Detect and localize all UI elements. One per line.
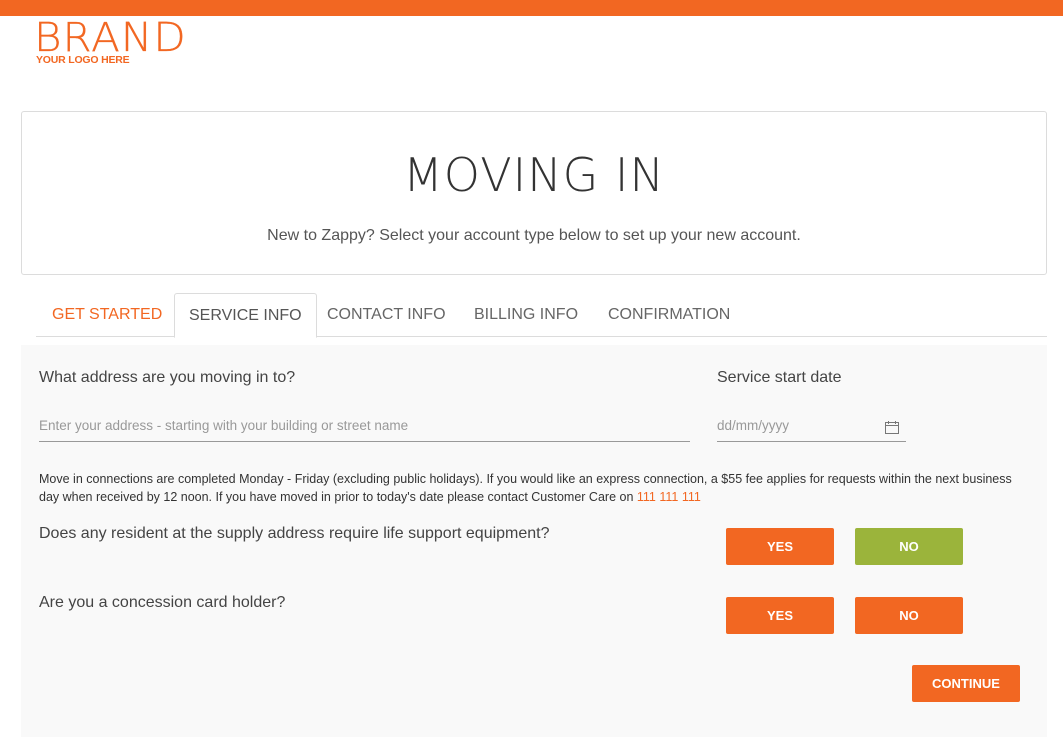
customer-care-phone[interactable]: 111 111 111: [637, 490, 701, 504]
concession-no-button[interactable]: NO: [855, 597, 963, 634]
calendar-icon[interactable]: [885, 421, 899, 434]
service-info-panel: What address are you moving in to? Servi…: [21, 345, 1047, 737]
brand-tagline: YOUR LOGO HERE: [36, 54, 130, 66]
tab-get-started[interactable]: GET STARTED: [52, 293, 162, 337]
hero-card: MOVING IN New to Zappy? Select your acco…: [21, 111, 1047, 275]
tab-confirmation[interactable]: CONFIRMATION: [608, 293, 730, 337]
address-input[interactable]: [39, 409, 690, 442]
start-date-input[interactable]: [717, 409, 906, 442]
address-label: What address are you moving in to?: [39, 369, 296, 386]
notice-text: Move in connections are completed Monday…: [39, 472, 1012, 504]
tab-service-info[interactable]: SERVICE INFO: [174, 293, 317, 338]
life-support-no-button[interactable]: NO: [855, 528, 963, 565]
life-support-yes-button[interactable]: YES: [726, 528, 834, 565]
start-date-label: Service start date: [717, 369, 842, 386]
brand-logo[interactable]: BRAND YOUR LOGO HERE: [34, 18, 194, 68]
connection-notice: Move in connections are completed Monday…: [39, 470, 1029, 506]
top-accent-bar: [0, 0, 1063, 16]
life-support-question: Does any resident at the supply address …: [39, 525, 550, 542]
concession-question: Are you a concession card holder?: [39, 594, 286, 611]
brand-name: BRAND: [34, 15, 187, 61]
concession-yes-button[interactable]: YES: [726, 597, 834, 634]
step-tabs: GET STARTED SERVICE INFO CONTACT INFO BI…: [36, 293, 1047, 338]
tab-billing-info[interactable]: BILLING INFO: [474, 293, 578, 337]
tab-contact-info[interactable]: CONTACT INFO: [327, 293, 446, 337]
continue-button[interactable]: CONTINUE: [912, 665, 1020, 702]
page-subtitle: New to Zappy? Select your account type b…: [267, 227, 801, 244]
page-title: MOVING IN: [403, 148, 665, 202]
